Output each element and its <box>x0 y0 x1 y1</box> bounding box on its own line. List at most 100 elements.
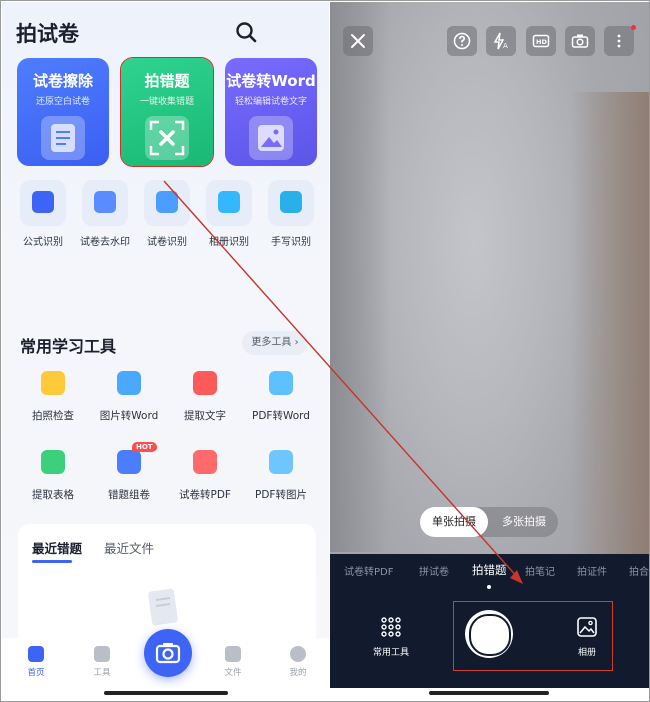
image-icon <box>249 116 293 160</box>
card-title: 拍错题 <box>144 72 190 90</box>
handwriting-recognition-tool[interactable]: 手写识别 <box>260 180 322 248</box>
album-label: 相册 <box>577 648 596 658</box>
tab-id-card[interactable]: 拍证件 <box>577 563 607 578</box>
search-icon[interactable] <box>234 20 258 44</box>
image-to-word-tool[interactable]: 图片转Word <box>88 369 170 423</box>
tool-label: 相册识别 <box>209 237 249 248</box>
paper-to-pdf-tool[interactable]: 试卷转PDF <box>164 448 246 502</box>
card-subtitle: 轻松编辑试卷文字 <box>234 97 307 107</box>
tab-underline <box>32 560 72 563</box>
more-menu-button[interactable] <box>604 26 634 56</box>
nav-tools[interactable]: 工具 <box>82 646 122 678</box>
paper-recognition-tool[interactable]: 试卷识别 <box>136 180 198 248</box>
tool-label: 试卷识别 <box>147 237 187 248</box>
nav-files[interactable]: 文件 <box>213 646 253 678</box>
app-title: 拍试卷 <box>16 22 79 46</box>
empty-paper-icon <box>148 588 178 626</box>
remove-watermark-tool[interactable]: 试卷去水印 <box>74 180 136 248</box>
cross-scan-icon <box>145 116 189 160</box>
album-icon <box>577 617 597 637</box>
paper-to-word-card[interactable]: 试卷转Word 轻松编辑试卷文字 <box>225 58 317 166</box>
common-tools-label: 常用工具 <box>372 648 409 658</box>
nav-label: 我的 <box>289 668 307 678</box>
home-icon <box>28 646 44 662</box>
image-word-icon <box>113 369 145 399</box>
svg-text:A: A <box>503 42 508 50</box>
photo-check-tool[interactable]: 拍照检查 <box>12 369 94 423</box>
user-icon <box>290 646 306 662</box>
tab-notes[interactable]: 拍笔记 <box>525 563 555 578</box>
extract-text-icon <box>189 369 221 399</box>
more-vertical-icon <box>617 34 621 48</box>
tab-paper-to-pdf[interactable]: 试卷转PDF <box>344 563 393 578</box>
formula-icon <box>20 180 66 226</box>
tab-stitch-paper[interactable]: 拼试卷 <box>419 563 449 578</box>
album-recognition-tool[interactable]: 相册识别 <box>198 180 260 248</box>
tool-label: 试卷去水印 <box>80 237 130 248</box>
camera-icon <box>155 643 181 664</box>
home-indicator <box>429 691 549 695</box>
more-tools-button[interactable]: 更多工具 › <box>242 331 308 355</box>
tool-label: PDF转Word <box>252 410 310 422</box>
hd-text: HD <box>536 38 547 46</box>
close-button[interactable] <box>343 26 373 56</box>
photo-check-icon <box>37 369 69 399</box>
card-title: 试卷擦除 <box>32 72 93 90</box>
shutter-button[interactable] <box>465 610 513 658</box>
camera-switch-icon <box>571 34 589 48</box>
nav-label: 工具 <box>93 668 111 678</box>
tab-recent-wrong-questions[interactable]: 最近错题 <box>32 538 82 557</box>
extract-table-tool[interactable]: 提取表格 <box>12 448 94 502</box>
pdf-to-image-tool[interactable]: PDF转图片 <box>240 448 322 502</box>
active-tab-dot <box>487 585 491 589</box>
tool-label: PDF转图片 <box>255 489 307 501</box>
handwriting-icon <box>268 180 314 226</box>
tab-recent-files[interactable]: 最近文件 <box>104 538 154 557</box>
single-shot-mode[interactable]: 单张拍摄 <box>420 507 488 537</box>
extract-text-tool[interactable]: 提取文字 <box>164 369 246 423</box>
album-icon <box>206 180 252 226</box>
camera-button[interactable] <box>144 629 192 677</box>
tool-label: 提取文字 <box>184 410 226 422</box>
tool-label: 拍照检查 <box>32 410 74 422</box>
card-title: 试卷转Word <box>226 72 316 90</box>
help-button[interactable] <box>447 26 477 56</box>
tool-label: 图片转Word <box>99 410 159 422</box>
wrong-question-paper-tool[interactable]: HOT 错题组卷 <box>88 442 170 502</box>
wrong-question-card[interactable]: 拍错题 一键收集错题 <box>120 57 214 167</box>
hd-button[interactable]: HD <box>526 26 556 56</box>
nav-mine[interactable]: 我的 <box>278 646 318 678</box>
common-tools-button[interactable]: 常用工具 <box>366 616 416 658</box>
nav-home[interactable]: 首页 <box>16 646 56 678</box>
flash-button[interactable]: A <box>486 26 516 56</box>
home-screen: 拍试卷 试卷擦除 还原空白试卷 拍错题 一键收集错题 试卷转Word 轻松编辑试… <box>2 2 329 688</box>
tab-wrong-question[interactable]: 拍错题 <box>472 562 507 578</box>
hot-badge: HOT <box>132 442 157 452</box>
camera-preview-shade <box>330 2 390 552</box>
card-subtitle: 一键收集错题 <box>139 97 194 107</box>
scan-paper-icon <box>144 180 190 226</box>
album-button[interactable]: 相册 <box>562 616 612 658</box>
card-subtitle: 还原空白试卷 <box>35 97 90 107</box>
nav-label: 首页 <box>27 668 45 678</box>
grid-dots-icon <box>381 617 401 637</box>
home-indicator <box>104 691 228 695</box>
screenshot-frame: 拍试卷 试卷擦除 还原空白试卷 拍错题 一键收集错题 试卷转Word 轻松编辑试… <box>0 0 650 702</box>
pdf-to-word-tool[interactable]: PDF转Word <box>240 369 322 423</box>
document-icon <box>41 116 85 160</box>
notification-dot <box>631 25 636 30</box>
tool-label: 手写识别 <box>271 237 311 248</box>
tab-combine[interactable]: 拍合 <box>629 563 649 578</box>
tool-label: 提取表格 <box>32 489 74 501</box>
compose-paper-icon <box>113 448 145 478</box>
camera-preview-shade <box>570 92 649 562</box>
hd-icon: HD <box>532 34 550 48</box>
watermark-icon <box>82 180 128 226</box>
formula-recognition-tool[interactable]: 公式识别 <box>12 180 74 248</box>
more-tools-label: 更多工具 <box>251 337 292 348</box>
erase-paper-card[interactable]: 试卷擦除 还原空白试卷 <box>17 58 109 166</box>
multi-shot-mode[interactable]: 多张拍摄 <box>490 507 558 537</box>
switch-camera-button[interactable] <box>565 26 595 56</box>
nav-label: 文件 <box>224 668 242 678</box>
flash-auto-icon: A <box>493 32 508 50</box>
